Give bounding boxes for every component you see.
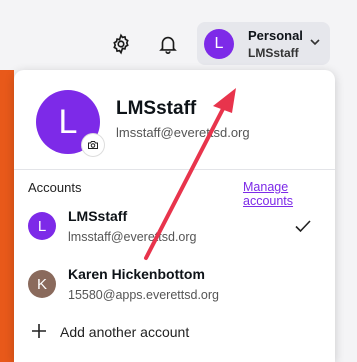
account-email: 15580@apps.everettsd.org [68, 288, 219, 302]
chevron-down-icon [310, 39, 320, 46]
profile-name: LMSstaff [116, 98, 197, 119]
account-name: LMSstaff [68, 208, 128, 224]
account-email: lmsstaff@everettsd.org [68, 230, 197, 244]
avatar: L [28, 212, 56, 240]
account-name: Karen Hickenbottom [68, 266, 205, 282]
avatar: L [204, 29, 234, 59]
account-switcher-name: Personal [248, 28, 303, 43]
bell-icon [159, 36, 177, 54]
add-account-label: Add another account [60, 324, 190, 340]
account-item-karen[interactable]: K Karen Hickenbottom 15580@apps.everetts… [14, 262, 335, 314]
profile-email: lmsstaff@everettsd.org [116, 125, 250, 140]
account-menu: L LMSstaff lmsstaff@everettsd.org Accoun… [14, 70, 335, 362]
notifications-button[interactable] [153, 29, 183, 59]
background-strip [0, 70, 14, 362]
accounts-heading: Accounts [28, 180, 82, 195]
divider [14, 169, 335, 170]
checkmark-icon [295, 220, 311, 233]
account-item-lmsstaff[interactable]: L LMSstaff lmsstaff@everettsd.org [14, 204, 335, 256]
plus-icon [32, 324, 46, 338]
gear-icon [113, 33, 129, 55]
avatar: K [28, 270, 56, 298]
add-account-button[interactable]: Add another account [14, 316, 335, 348]
account-switcher-subname: LMSstaff [248, 46, 299, 60]
settings-button[interactable] [106, 29, 136, 59]
camera-icon [88, 141, 98, 149]
account-switcher-button[interactable]: L Personal LMSstaff [197, 22, 330, 65]
change-photo-button[interactable] [82, 134, 104, 156]
